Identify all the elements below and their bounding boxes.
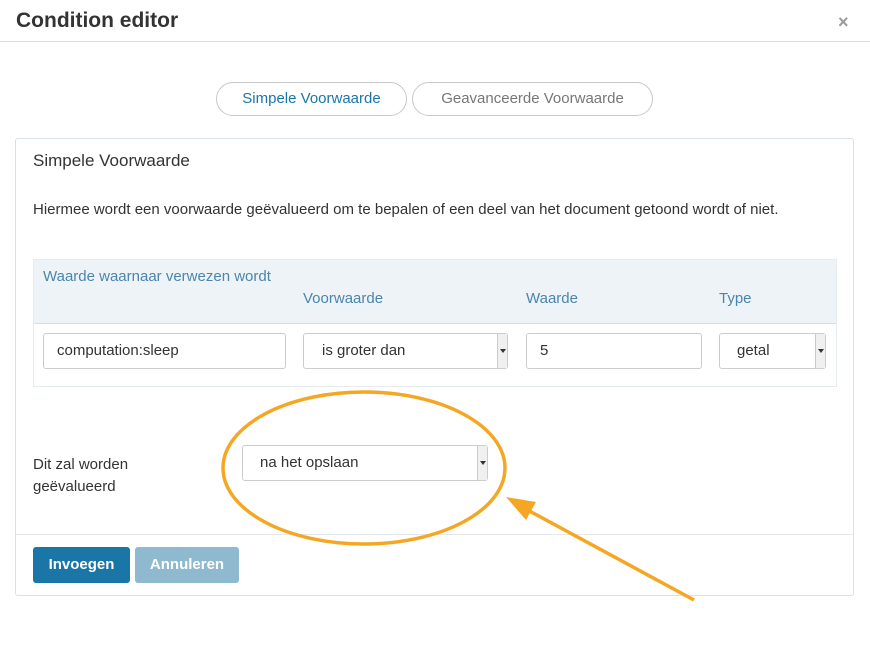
tab-advanced-condition[interactable]: Geavanceerde Voorwaarde bbox=[412, 82, 653, 116]
cancel-button[interactable]: Annuleren bbox=[135, 547, 239, 583]
condition-table: Waarde waarnaar verwezen wordt Voorwaard… bbox=[33, 259, 837, 387]
dialog-title: Condition editor bbox=[16, 9, 179, 32]
evaluation-select-value: na het opslaan bbox=[260, 454, 359, 471]
table-header-row: Waarde waarnaar verwezen wordt Voorwaard… bbox=[34, 260, 836, 324]
condition-select-value: is groter dan bbox=[322, 342, 406, 359]
insert-button[interactable]: Invoegen bbox=[33, 547, 130, 583]
condition-select[interactable]: is groter dan bbox=[303, 333, 508, 369]
panel-title: Simpele Voorwaarde bbox=[33, 151, 190, 170]
evaluation-select[interactable]: na het opslaan bbox=[242, 445, 488, 481]
reference-input-value: computation:sleep bbox=[57, 342, 179, 359]
header-reference: Waarde waarnaar verwezen wordt bbox=[43, 268, 271, 285]
value-input-value: 5 bbox=[540, 342, 549, 359]
close-icon[interactable]: × bbox=[838, 12, 849, 32]
value-input[interactable]: 5 bbox=[526, 333, 702, 369]
type-select-value: getal bbox=[737, 342, 770, 359]
panel-description: Hiermee wordt een voorwaarde geëvalueerd… bbox=[33, 201, 779, 218]
header-condition: Voorwaarde bbox=[303, 290, 384, 307]
simple-condition-panel: Simpele Voorwaarde Hiermee wordt een voo… bbox=[15, 138, 854, 596]
tab-simple-condition[interactable]: Simpele Voorwaarde bbox=[216, 82, 407, 116]
header-value: Waarde bbox=[526, 290, 578, 307]
evaluation-label: Dit zal worden geëvalueerd bbox=[33, 456, 129, 495]
header-type: Type bbox=[719, 290, 752, 307]
dialog-header: Condition editor × bbox=[0, 0, 870, 42]
reference-input[interactable]: computation:sleep bbox=[43, 333, 286, 369]
footer-divider bbox=[16, 534, 853, 535]
chevron-down-icon bbox=[477, 446, 487, 480]
type-select[interactable]: getal bbox=[719, 333, 826, 369]
chevron-down-icon bbox=[497, 334, 507, 368]
chevron-down-icon bbox=[815, 334, 825, 368]
